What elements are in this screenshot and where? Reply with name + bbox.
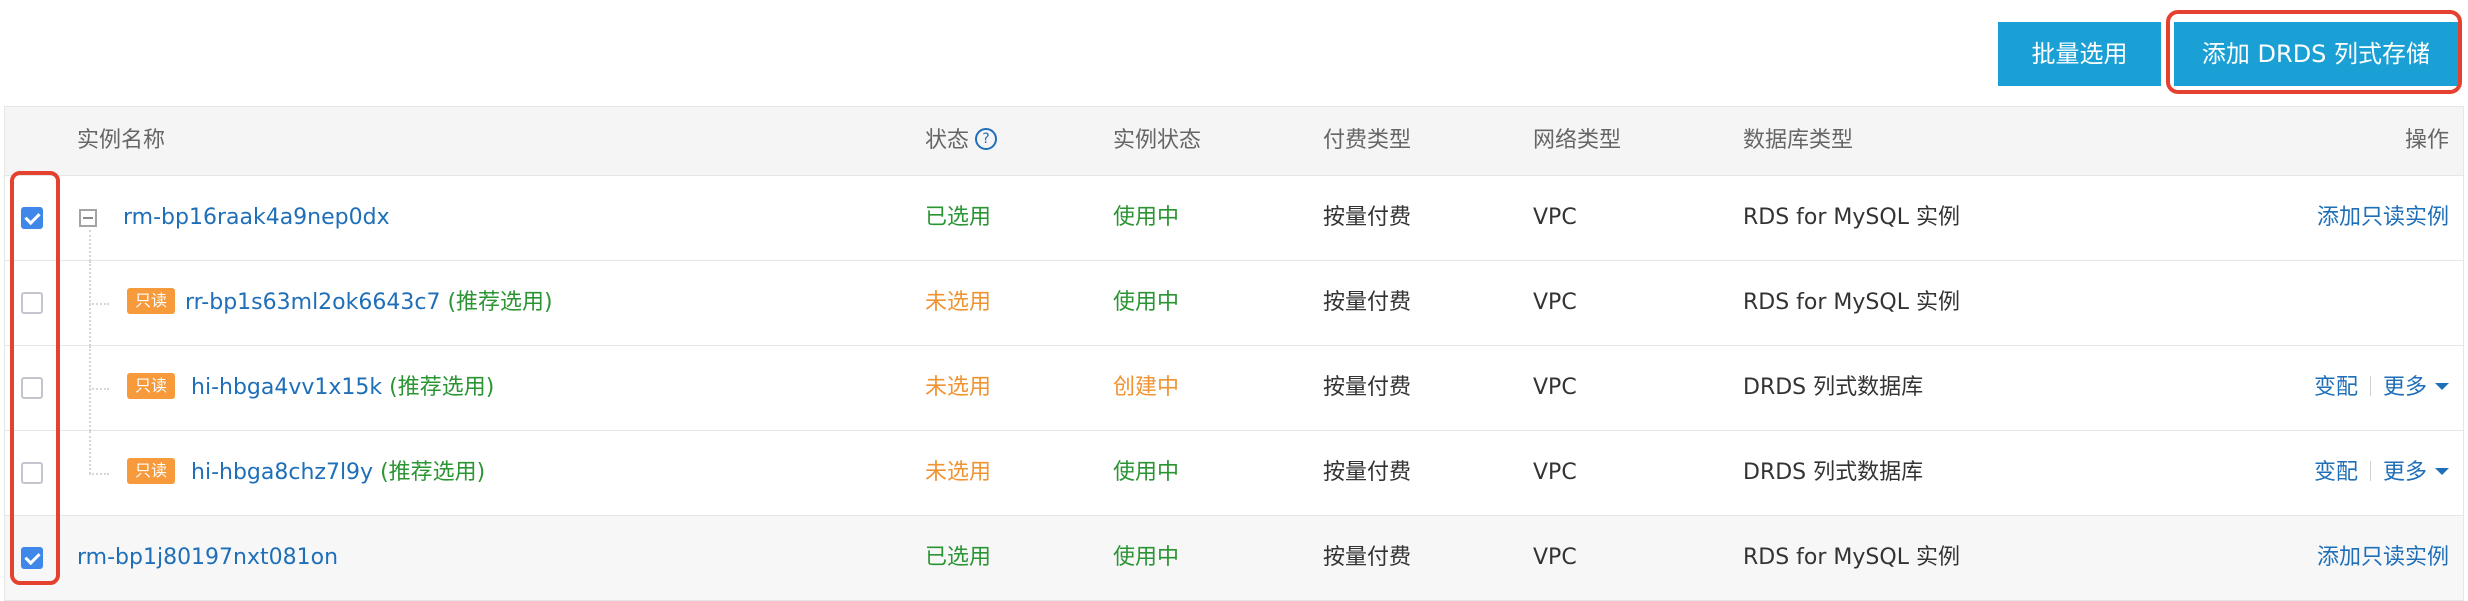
instance-name-cell: 只读 rr-bp1s63ml2ok6643c7 (推荐选用) <box>127 261 553 345</box>
state-value: 未选用 <box>925 290 992 315</box>
table-row: 只读 hi-hbga4vv1x15k (推荐选用) 未选用 创建中 按量付费 VP… <box>5 346 2463 431</box>
recommend-label: (推荐选用) <box>380 460 486 485</box>
instance-name-link[interactable]: rm-bp16raak4a9nep0dx <box>123 176 390 260</box>
network-type-value: VPC <box>1533 290 1577 315</box>
more-label: 更多 <box>2382 375 2427 400</box>
recommend-label: (推荐选用) <box>447 290 553 315</box>
ops-divider <box>2369 461 2371 481</box>
network-type-value: VPC <box>1533 205 1577 230</box>
readonly-tag: 只读 <box>127 373 176 399</box>
more-label: 更多 <box>2382 460 2427 485</box>
instance-status-value: 使用中 <box>1113 290 1180 315</box>
row-checkbox[interactable] <box>21 377 43 399</box>
header-state: 状态? <box>925 107 998 175</box>
row-operations: 变配 更多 <box>2314 431 2449 515</box>
network-type-value: VPC <box>1533 545 1577 570</box>
network-type-value: VPC <box>1533 460 1577 485</box>
table-row: rm-bp1j80197nxt081on 已选用 使用中 按量付费 VPC RD… <box>5 516 2463 600</box>
header-db-type: 数据库类型 <box>1743 128 1854 153</box>
header-operations: 操作 <box>2404 128 2449 153</box>
tree-connector-line <box>89 230 91 261</box>
toolbar: 批量选用 添加 DRDS 列式存储 <box>0 0 2468 106</box>
header-instance-status: 实例状态 <box>1113 128 1202 153</box>
instance-status-value: 使用中 <box>1113 205 1180 230</box>
db-type-value: RDS for MySQL 实例 <box>1743 290 1960 315</box>
row-checkbox[interactable] <box>21 547 43 569</box>
instance-name-cell: 只读 hi-hbga4vv1x15k (推荐选用) <box>127 346 494 430</box>
instance-status-value: 创建中 <box>1113 375 1180 400</box>
row-checkbox[interactable] <box>21 207 43 229</box>
network-type-value: VPC <box>1533 375 1577 400</box>
tree-connector-branch <box>89 303 109 305</box>
state-value: 未选用 <box>925 460 992 485</box>
add-drds-columnar-storage-button[interactable]: 添加 DRDS 列式存储 <box>2174 22 2458 86</box>
readonly-tag: 只读 <box>127 288 176 314</box>
pay-type-value: 按量付费 <box>1323 375 1412 400</box>
instance-status-value: 使用中 <box>1113 460 1180 485</box>
instance-name-cell: 只读 hi-hbga8chz7l9y (推荐选用) <box>127 431 485 515</box>
instance-name-link[interactable]: rm-bp1j80197nxt081on <box>77 516 338 600</box>
add-readonly-instance-link[interactable]: 添加只读实例 <box>2317 545 2449 570</box>
batch-select-button[interactable]: 批量选用 <box>1998 22 2161 86</box>
header-network-type: 网络类型 <box>1533 128 1622 153</box>
row-operations: 添加只读实例 <box>2317 516 2449 600</box>
db-type-value: RDS for MySQL 实例 <box>1743 205 1960 230</box>
readonly-tag: 只读 <box>127 458 176 484</box>
table-row: 只读 hi-hbga8chz7l9y (推荐选用) 未选用 使用中 按量付费 VP… <box>5 431 2463 516</box>
pay-type-value: 按量付费 <box>1323 290 1412 315</box>
tree-connector-branch <box>89 388 109 390</box>
change-config-link[interactable]: 变配 <box>2314 460 2358 485</box>
state-value: 已选用 <box>925 545 992 570</box>
state-value: 已选用 <box>925 205 992 230</box>
db-type-value: RDS for MySQL 实例 <box>1743 545 1960 570</box>
pay-type-value: 按量付费 <box>1323 460 1412 485</box>
pay-type-value: 按量付费 <box>1323 545 1412 570</box>
instance-name-link[interactable]: hi-hbga4vv1x15k <box>191 375 382 400</box>
state-value: 未选用 <box>925 375 992 400</box>
table-row: 只读 rr-bp1s63ml2ok6643c7 (推荐选用) 未选用 使用中 按量… <box>5 261 2463 346</box>
table-row: rm-bp16raak4a9nep0dx 已选用 使用中 按量付费 VPC RD… <box>5 176 2463 261</box>
caret-down-icon <box>2435 382 2449 390</box>
change-config-link[interactable]: 变配 <box>2314 375 2358 400</box>
more-dropdown[interactable]: 更多 <box>2383 375 2449 400</box>
header-pay-type: 付费类型 <box>1323 128 1412 153</box>
row-checkbox[interactable] <box>21 462 43 484</box>
instance-name-link[interactable]: rr-bp1s63ml2ok6643c7 <box>185 290 440 315</box>
instance-name-link[interactable]: hi-hbga8chz7l9y <box>191 460 373 485</box>
row-operations: 添加只读实例 <box>2317 176 2449 260</box>
header-state-label: 状态 <box>925 128 970 153</box>
row-checkbox[interactable] <box>21 292 43 314</box>
db-type-value: DRDS 列式数据库 <box>1743 375 1924 400</box>
collapse-minus-icon[interactable] <box>79 209 97 227</box>
more-dropdown[interactable]: 更多 <box>2383 460 2449 485</box>
recommend-label: (推荐选用) <box>389 375 495 400</box>
add-readonly-instance-link[interactable]: 添加只读实例 <box>2317 205 2449 230</box>
tree-connector-branch <box>89 473 109 475</box>
instance-table: 实例名称 状态? 实例状态 付费类型 网络类型 数据库类型 操作 rm-bp16… <box>4 106 2464 601</box>
db-type-value: DRDS 列式数据库 <box>1743 460 1924 485</box>
header-instance-name: 实例名称 <box>77 128 166 153</box>
caret-down-icon <box>2435 467 2449 475</box>
instance-status-value: 使用中 <box>1113 545 1180 570</box>
tree-connector-line <box>89 431 91 474</box>
pay-type-value: 按量付费 <box>1323 205 1412 230</box>
table-header: 实例名称 状态? 实例状态 付费类型 网络类型 数据库类型 操作 <box>5 107 2463 176</box>
row-operations: 变配 更多 <box>2314 346 2449 430</box>
ops-divider <box>2369 376 2371 396</box>
question-circle-icon[interactable]: ? <box>975 128 998 150</box>
